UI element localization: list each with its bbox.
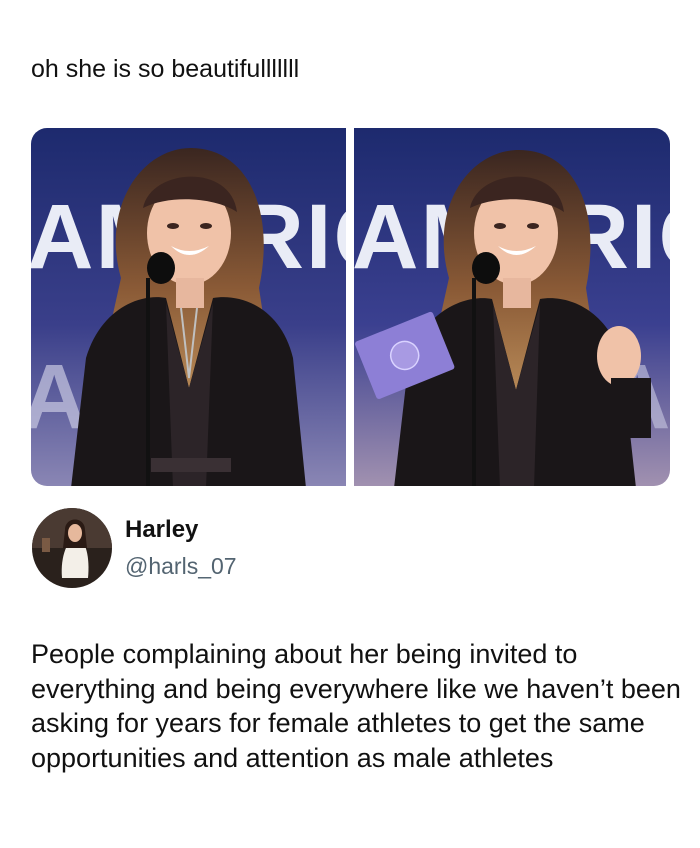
media-grid[interactable]: AMERIC A C (31, 128, 670, 486)
photo-right[interactable]: AMERICA A (354, 128, 670, 486)
quoted-tweet-text: People complaining about her being invit… (31, 639, 681, 773)
author-avatar[interactable] (32, 508, 112, 588)
author-name[interactable]: Harley (125, 516, 198, 544)
author-handle[interactable]: @harls_07 (125, 553, 237, 580)
top-post-text: oh she is so beautifulllllll (31, 55, 300, 83)
photo-right-image: AMERICA A (354, 128, 670, 486)
photo-left[interactable]: AMERIC A C (31, 128, 346, 486)
avatar-image (32, 508, 112, 588)
photo-left-image: AMERIC A C (31, 128, 346, 486)
